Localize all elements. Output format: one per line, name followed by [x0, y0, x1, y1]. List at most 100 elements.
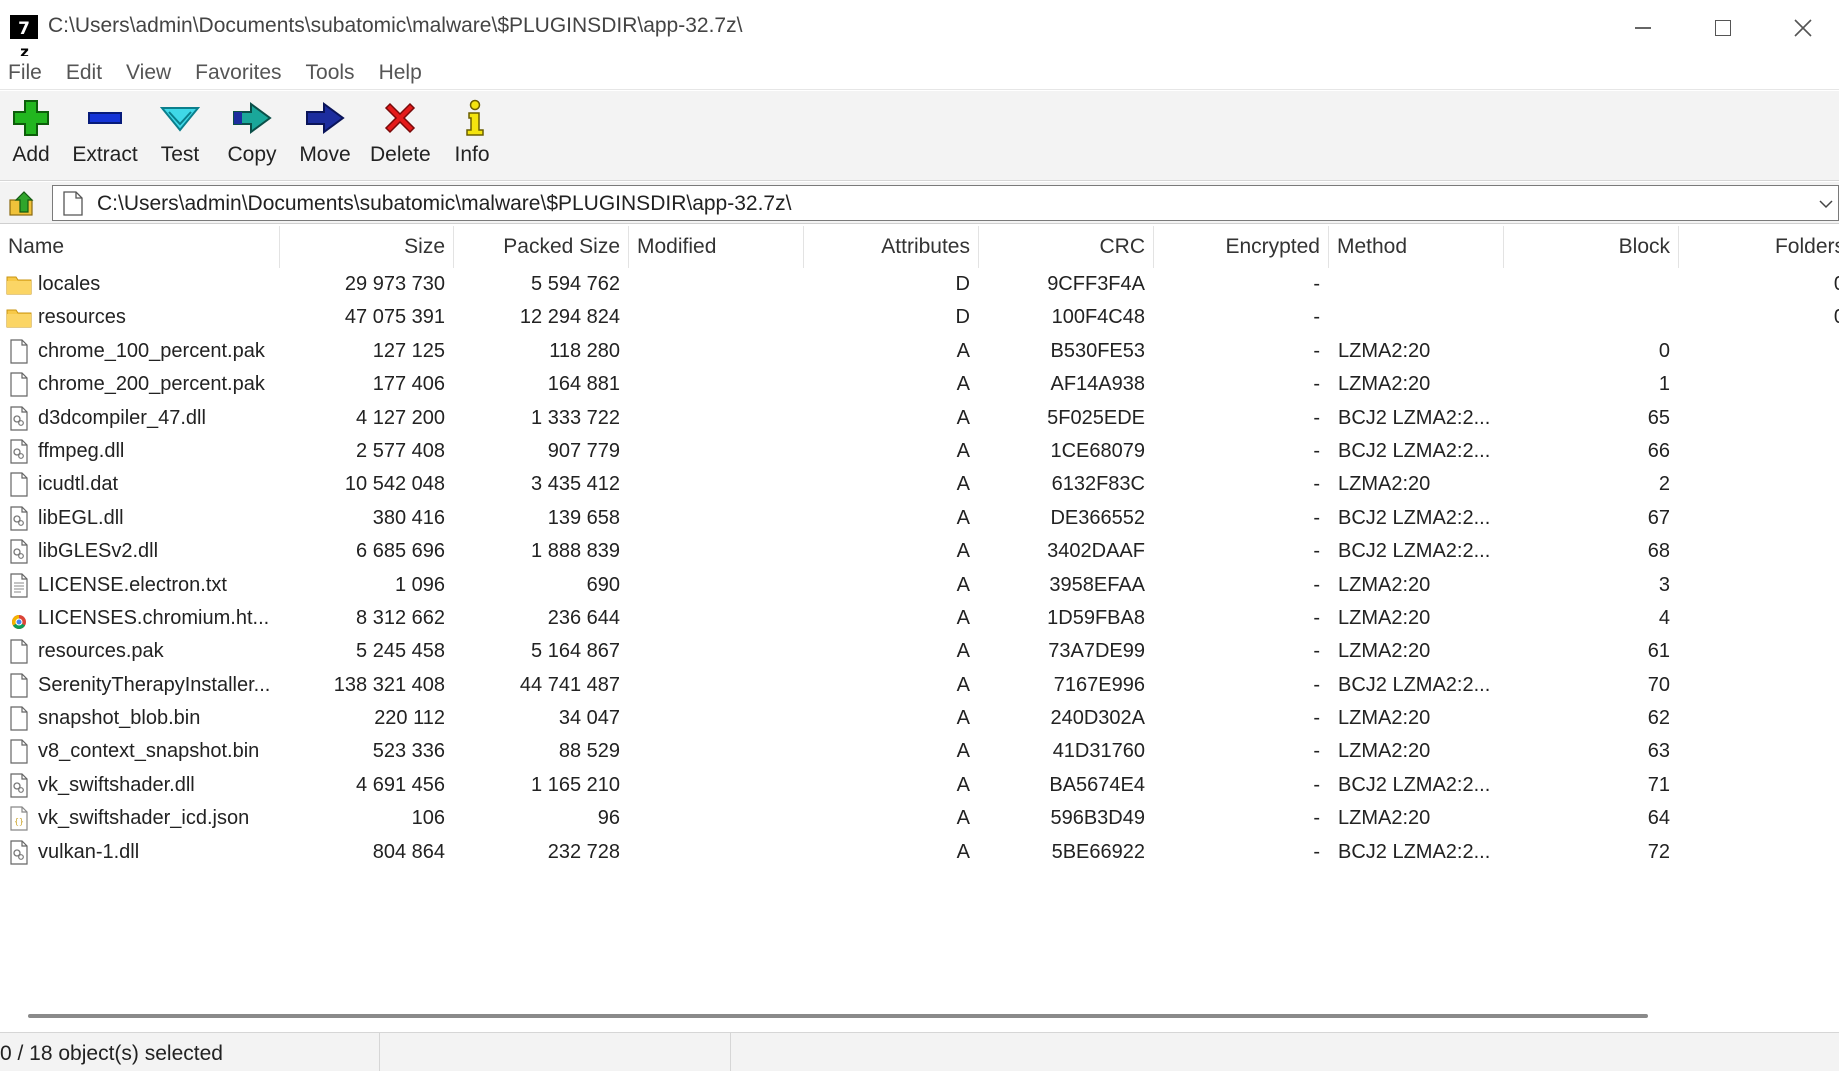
table-row[interactable]: vk_swiftshader.dll 4 691 456 1 165 210 A BA5…: [0, 769, 1839, 802]
table-row[interactable]: LICENSE.electron.txt 1 096 690 A 3958EFAA - LZ…: [0, 569, 1839, 602]
file-crc: 73A7DE99: [1048, 640, 1145, 663]
file-encrypted: -: [1313, 406, 1320, 429]
table-row[interactable]: d3dcompiler_47.dll 4 127 200 1 333 722 A 5F0…: [0, 402, 1839, 435]
file-attributes: A: [956, 807, 970, 830]
7zip-app-icon: 7z: [10, 15, 38, 61]
file-modified: [629, 769, 804, 802]
file-modified: [629, 836, 804, 869]
file-size: 6 685 696: [356, 540, 445, 563]
table-row[interactable]: {} vk_swiftshader_icd.json 106 96 A 596B3D49-…: [0, 802, 1839, 835]
column-name[interactable]: Name: [0, 226, 280, 268]
file-encrypted: -: [1313, 273, 1320, 295]
table-row[interactable]: resources 47 075 391 12 294 824 D 100F4C48 - 0: [0, 301, 1839, 334]
file-size: 47 075 391: [344, 306, 445, 329]
file-crc: 1D59FBA8: [1047, 606, 1145, 629]
file-attributes: A: [956, 573, 970, 596]
add-label: Add: [12, 143, 50, 166]
file-name: SerenityTherapyInstaller...: [38, 673, 271, 696]
table-row[interactable]: locales 29 973 730 5 594 762 D 9CFF3F4A - 0: [0, 268, 1839, 301]
file-folders: [1679, 769, 1839, 802]
menu-view[interactable]: View: [126, 59, 171, 87]
file-size: 106: [411, 807, 445, 830]
file-attributes: D: [955, 306, 970, 329]
menu-tools[interactable]: Tools: [306, 59, 355, 87]
file-block: 71: [1647, 773, 1670, 796]
table-row[interactable]: ffmpeg.dll 2 577 408 907 779 A 1CE68079 - BCJ2…: [0, 435, 1839, 468]
horizontal-scrollbar[interactable]: [0, 1002, 1839, 1032]
close-button[interactable]: [1768, 8, 1838, 48]
up-folder-icon: [9, 191, 34, 216]
maximize-button[interactable]: [1688, 8, 1758, 48]
file-name: chrome_200_percent.pak: [38, 373, 265, 396]
file-name: icudtl.dat: [38, 473, 119, 496]
table-row[interactable]: chrome_200_percent.pak 177 406 164 881 A AF1…: [0, 368, 1839, 401]
delete-button[interactable]: Delete: [370, 97, 431, 167]
file-attributes: A: [956, 740, 970, 763]
menu-favorites[interactable]: Favorites: [195, 59, 281, 87]
window-title: C:\Users\admin\Documents\subatomic\malwa…: [48, 14, 743, 37]
file-encrypted: -: [1313, 506, 1320, 529]
column-packed-size[interactable]: Packed Size: [454, 226, 629, 268]
file-attributes: D: [955, 273, 970, 295]
menu-file[interactable]: File: [8, 59, 42, 87]
column-attributes[interactable]: Attributes: [804, 226, 979, 268]
file-packed-size: 236 644: [547, 606, 620, 629]
file-name: LICENSES.chromium.ht...: [38, 606, 270, 629]
column-block[interactable]: Block: [1504, 226, 1679, 268]
file-modified: [629, 502, 804, 535]
column-modified[interactable]: Modified: [629, 226, 804, 268]
file-block: 0: [1658, 339, 1670, 362]
file-block: 3: [1658, 573, 1670, 596]
file-crc: 7167E996: [1053, 673, 1145, 696]
table-row[interactable]: v8_context_snapshot.bin 523 336 88 529 A 41D…: [0, 735, 1839, 768]
up-folder-button[interactable]: [4, 188, 42, 220]
test-button[interactable]: Test: [155, 97, 205, 167]
minimize-button[interactable]: [1608, 8, 1678, 48]
column-folders[interactable]: Folders: [1679, 226, 1839, 268]
file-method: BCJ2 LZMA2:2...: [1338, 840, 1491, 863]
chevron-down-icon[interactable]: [1818, 196, 1834, 212]
menu-bar: File Edit View Favorites Tools Help: [0, 56, 1839, 90]
table-row[interactable]: libGLESv2.dll 6 685 696 1 888 839 A 3402DAAF…: [0, 535, 1839, 568]
copy-button[interactable]: Copy: [226, 97, 278, 167]
extract-button[interactable]: Extract: [72, 97, 138, 167]
file-size: 4 691 456: [356, 773, 445, 796]
address-field[interactable]: C:\Users\admin\Documents\subatomic\malwa…: [52, 185, 1839, 221]
table-row[interactable]: snapshot_blob.bin 220 112 34 047 A 240D302A -…: [0, 702, 1839, 735]
status-divider: [730, 1033, 731, 1071]
file-folders: [1679, 535, 1839, 568]
file-attributes: A: [956, 439, 970, 462]
file-block: [1504, 301, 1679, 334]
table-row[interactable]: chrome_100_percent.pak 127 125 118 280 A B53…: [0, 335, 1839, 368]
info-button[interactable]: Info: [452, 97, 492, 167]
table-row[interactable]: SerenityTherapyInstaller... 138 321 408 44…: [0, 669, 1839, 702]
scrollbar-thumb[interactable]: [28, 1014, 1648, 1018]
add-button[interactable]: Add: [8, 97, 54, 167]
delete-icon: [384, 102, 416, 134]
table-row[interactable]: vulkan-1.dll 804 864 232 728 A 5BE66922 - BCJ2…: [0, 836, 1839, 869]
table-row[interactable]: icudtl.dat 10 542 048 3 435 412 A 6132F83C - L…: [0, 468, 1839, 501]
column-method[interactable]: Method: [1329, 226, 1504, 268]
file-name: resources: [38, 306, 126, 329]
menu-edit[interactable]: Edit: [66, 59, 102, 87]
table-row[interactable]: LICENSES.chromium.ht... 8 312 662 236 644 A…: [0, 602, 1839, 635]
file-packed-size: 907 779: [547, 439, 620, 462]
menu-help[interactable]: Help: [379, 59, 422, 87]
file-attributes: A: [956, 473, 970, 496]
copy-label: Copy: [227, 143, 277, 166]
column-encrypted[interactable]: Encrypted: [1154, 226, 1329, 268]
file-name: vk_swiftshader.dll: [38, 773, 195, 796]
file-crc: 100F4C48: [1051, 306, 1145, 329]
file-attributes: A: [956, 640, 970, 663]
file-folders: [1679, 635, 1839, 668]
table-row[interactable]: libEGL.dll 380 416 139 658 A DE366552 - BCJ2 L…: [0, 502, 1839, 535]
file-folders: 0: [1679, 301, 1839, 334]
column-size[interactable]: Size: [280, 226, 454, 268]
column-crc[interactable]: CRC: [979, 226, 1154, 268]
file-modified: [629, 335, 804, 368]
file-size: 4 127 200: [356, 406, 445, 429]
move-button[interactable]: Move: [298, 97, 352, 167]
file-size: 220 112: [374, 707, 445, 730]
status-bar: 0 / 18 object(s) selected: [0, 1032, 1839, 1071]
table-row[interactable]: resources.pak 5 245 458 5 164 867 A 73A7DE99…: [0, 635, 1839, 668]
